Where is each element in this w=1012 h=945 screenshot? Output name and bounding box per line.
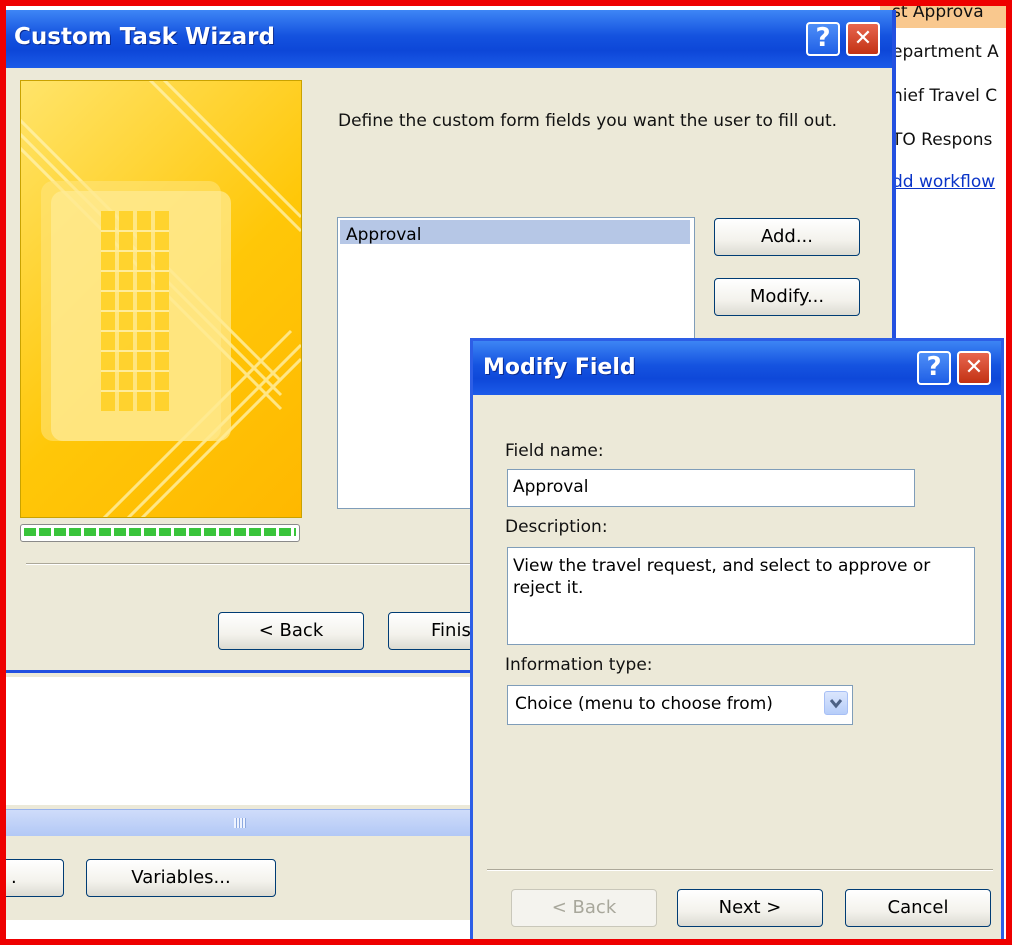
list-item[interactable]: hief Travel C [892, 86, 997, 106]
wizard-progress-bar [20, 524, 300, 542]
dropdown-button[interactable] [824, 691, 848, 715]
progress-fill [24, 528, 296, 536]
help-icon: ? [926, 352, 942, 382]
help-button[interactable]: ? [917, 351, 951, 385]
help-button[interactable]: ? [806, 22, 840, 56]
list-item[interactable]: Approval [340, 220, 690, 245]
help-icon: ? [815, 23, 831, 53]
information-type-value: Choice (menu to choose from) [515, 694, 773, 714]
field-name-label: Field name: [505, 441, 604, 461]
list-item[interactable]: st Approva [892, 2, 984, 22]
field-name-input[interactable]: Approval [507, 469, 915, 507]
list-item[interactable]: TO Respons [892, 130, 992, 150]
information-type-label: Information type: [505, 655, 653, 675]
list-item[interactable]: epartment A [892, 42, 999, 62]
chevron-down-icon [829, 699, 843, 709]
wizard-back-button[interactable]: < Back [218, 612, 364, 650]
horizontal-scrollbar[interactable] [6, 809, 482, 836]
cancel-button[interactable]: Cancel [845, 889, 991, 927]
wizard-art-graphic [21, 81, 301, 517]
modify-back-button[interactable]: < Back [511, 889, 657, 927]
close-icon: ✕ [853, 26, 873, 51]
background-designer-window: . Variables... [0, 670, 482, 920]
list-item-label: Approval [346, 225, 422, 245]
wizard-instruction: Define the custom form fields you want t… [338, 111, 838, 131]
modify-field-title: Modify Field [483, 355, 636, 380]
modify-field-button[interactable]: Modify... [714, 278, 860, 316]
background-canvas [6, 677, 482, 805]
field-name-value: Approval [513, 477, 589, 497]
wizard-artwork [20, 80, 302, 518]
close-button[interactable]: ✕ [846, 22, 880, 56]
description-value: View the travel request, and select to a… [513, 556, 931, 599]
description-textarea[interactable]: View the travel request, and select to a… [507, 547, 975, 645]
description-label: Description: [505, 517, 608, 537]
scrollbar-grip-icon[interactable] [234, 818, 246, 828]
dialog-divider [487, 869, 993, 871]
partial-button[interactable]: . [0, 859, 64, 897]
wizard-title: Custom Task Wizard [14, 24, 275, 50]
variables-button[interactable]: Variables... [86, 859, 276, 897]
add-field-button[interactable]: Add... [714, 218, 860, 256]
information-type-select[interactable]: Choice (menu to choose from) [507, 685, 853, 725]
add-workflow-link[interactable]: dd workflow [892, 172, 995, 192]
wizard-divider [26, 563, 486, 565]
modify-field-dialog: Modify Field ? ✕ Field name: Approval De… [470, 338, 1004, 945]
close-button[interactable]: ✕ [957, 351, 991, 385]
close-icon: ✕ [964, 355, 984, 380]
wizard-title-bar[interactable]: Custom Task Wizard ? ✕ [6, 10, 892, 68]
modify-field-title-bar[interactable]: Modify Field ? ✕ [473, 341, 1001, 395]
next-button[interactable]: Next > [677, 889, 823, 927]
